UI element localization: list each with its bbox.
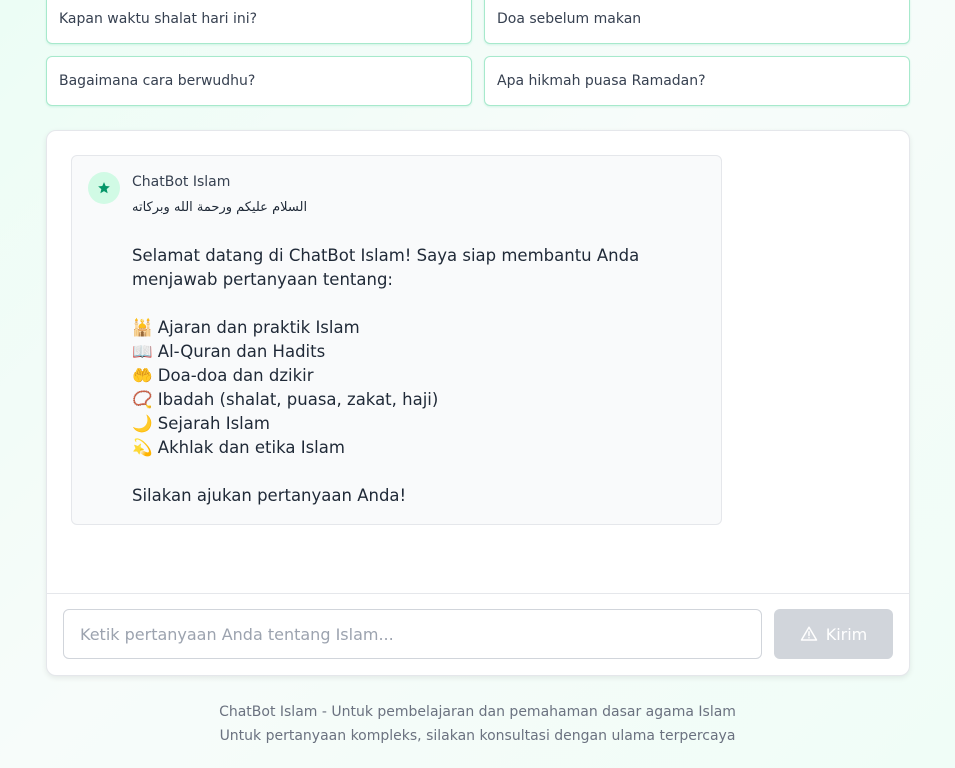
suggestion-label: Apa hikmah puasa Ramadan? (497, 73, 706, 89)
suggestion-label: Doa sebelum makan (497, 11, 642, 27)
star-icon (98, 182, 110, 194)
footer-line-2: Untuk pertanyaan kompleks, silakan konsu… (219, 728, 736, 744)
topic-emoji: 🤲 (132, 366, 153, 385)
bot-message: ChatBot Islam السلام عليكم ورحمة الله وب… (71, 155, 722, 525)
topic-emoji: 📿 (132, 390, 153, 409)
topic-list: 🕌 Ajaran dan praktik Islam 📖 Al-Quran da… (132, 316, 652, 460)
suggestion-grid: Kapan waktu shalat hari ini? Doa sebelum… (46, 0, 910, 106)
topic-text: Ajaran dan praktik Islam (157, 318, 360, 337)
topic-emoji: 💫 (132, 438, 153, 457)
send-button[interactable]: Kirim (774, 609, 893, 659)
topic-text: Al-Quran dan Hadits (157, 342, 326, 361)
footer-line-1: ChatBot Islam - Untuk pembelajaran dan p… (219, 704, 736, 720)
input-divider (47, 593, 909, 594)
send-button-label: Kirim (825, 624, 868, 644)
topic-item: 📿 Ibadah (shalat, puasa, zakat, haji) (132, 388, 652, 412)
topic-text: Doa-doa dan dzikir (157, 366, 314, 385)
topic-item: 📖 Al-Quran dan Hadits (132, 340, 652, 364)
bot-name: ChatBot Islam (132, 174, 231, 190)
topic-emoji: 🕌 (132, 318, 153, 337)
topic-item: 💫 Akhlak dan etika Islam (132, 436, 652, 460)
chat-panel: ChatBot Islam السلام عليكم ورحمة الله وب… (46, 130, 910, 676)
message-body: Selamat datang di ChatBot Islam! Saya si… (132, 244, 652, 508)
topic-item: 🤲 Doa-doa dan dzikir (132, 364, 652, 388)
suggestion-label: Bagaimana cara berwudhu? (59, 73, 256, 89)
topic-emoji: 🌙 (132, 414, 153, 433)
input-bar: Kirim (63, 609, 893, 659)
message-closing: Silakan ajukan pertanyaan Anda! (132, 486, 407, 505)
suggestion-button-wudhu[interactable]: Bagaimana cara berwudhu? (46, 56, 472, 106)
message-intro: Selamat datang di ChatBot Islam! Saya si… (132, 246, 640, 289)
message-list[interactable]: ChatBot Islam السلام عليكم ورحمة الله وب… (47, 131, 909, 593)
suggestion-button-ramadan[interactable]: Apa hikmah puasa Ramadan? (484, 56, 910, 106)
topic-text: Ibadah (shalat, puasa, zakat, haji) (157, 390, 439, 409)
question-input[interactable] (63, 609, 762, 659)
suggestion-button-meal-prayer[interactable]: Doa sebelum makan (484, 0, 910, 44)
topic-text: Akhlak dan etika Islam (157, 438, 345, 457)
suggestion-label: Kapan waktu shalat hari ini? (59, 11, 258, 27)
arabic-greeting: السلام عليكم ورحمة الله وبركاته (132, 200, 308, 215)
suggestion-button-prayer-times[interactable]: Kapan waktu shalat hari ini? (46, 0, 472, 44)
warning-icon (800, 626, 817, 641)
footer: ChatBot Islam - Untuk pembelajaran dan p… (0, 700, 955, 748)
topic-text: Sejarah Islam (157, 414, 270, 433)
topic-item: 🕌 Ajaran dan praktik Islam (132, 316, 652, 340)
topic-item: 🌙 Sejarah Islam (132, 412, 652, 436)
bot-avatar (88, 172, 120, 204)
topic-emoji: 📖 (132, 342, 153, 361)
